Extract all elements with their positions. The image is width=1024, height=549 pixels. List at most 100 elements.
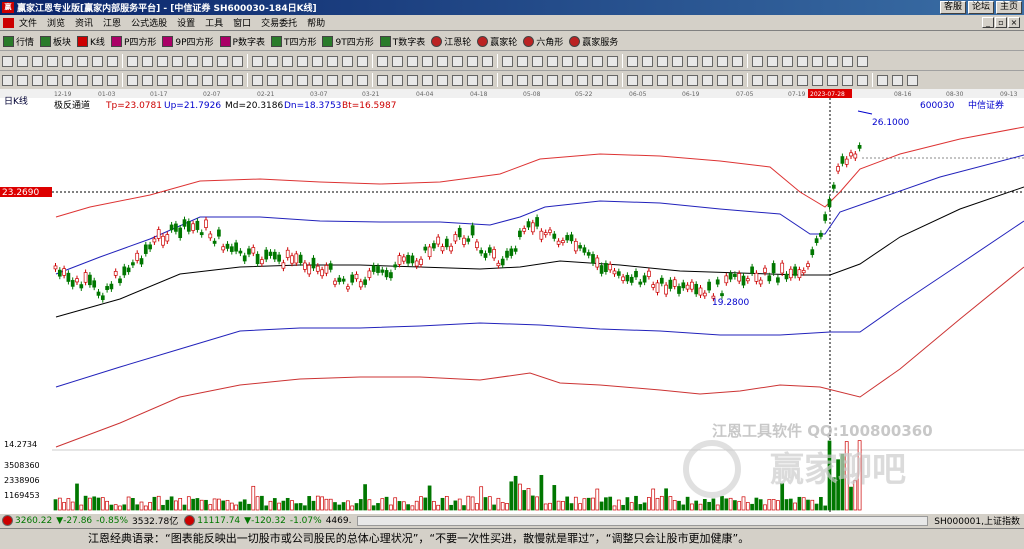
draw-15-icon[interactable] xyxy=(217,74,228,86)
tool-41-icon[interactable] xyxy=(577,55,588,67)
btn-hexagon[interactable]: 六角形 xyxy=(520,35,566,48)
tool-7-icon[interactable] xyxy=(107,55,118,67)
service-link[interactable]: 客服 xyxy=(939,1,966,14)
tool-32-icon[interactable] xyxy=(452,55,463,67)
draw-5-icon[interactable] xyxy=(77,74,88,86)
tool-42-icon[interactable] xyxy=(592,55,603,67)
menu-browse[interactable]: 浏览 xyxy=(42,16,70,29)
draw-9-icon[interactable] xyxy=(127,74,138,86)
close-icon[interactable]: × xyxy=(1008,17,1020,28)
draw-36-icon[interactable] xyxy=(502,74,513,86)
tool-12-icon[interactable] xyxy=(172,55,183,67)
tool-34-icon[interactable] xyxy=(482,55,493,67)
draw-19-icon[interactable] xyxy=(267,74,278,86)
chart-svg[interactable]: 12-19 01-03 01-17 02-07 02-21 03-07 03-21 04-04… xyxy=(0,89,1024,513)
menu-gann[interactable]: 江恩 xyxy=(98,16,126,29)
tool-14-icon[interactable] xyxy=(202,55,213,67)
draw-51-icon[interactable] xyxy=(717,74,728,86)
draw-27-icon[interactable] xyxy=(377,74,388,86)
tool-51-icon[interactable] xyxy=(717,55,728,67)
tool-37-icon[interactable] xyxy=(517,55,528,67)
draw-11-icon[interactable] xyxy=(157,74,168,86)
draw-42-icon[interactable] xyxy=(592,74,603,86)
draw-48-icon[interactable] xyxy=(672,74,683,86)
tool-54-icon[interactable] xyxy=(752,55,763,67)
draw-23-icon[interactable] xyxy=(327,74,338,86)
btn-9t-square[interactable]: 9T四方形 xyxy=(319,35,376,48)
btn-winner-wheel[interactable]: 赢家轮 xyxy=(474,35,520,48)
tool-52-icon[interactable] xyxy=(732,55,743,67)
draw-45-icon[interactable] xyxy=(627,74,638,86)
restore-icon[interactable]: ▫ xyxy=(995,17,1007,28)
draw-60-icon[interactable] xyxy=(842,74,853,86)
btn-p-table[interactable]: P数字表 xyxy=(217,35,268,48)
tool-45-icon[interactable] xyxy=(627,55,638,67)
doc-icon[interactable] xyxy=(3,17,14,28)
tool-2-icon[interactable] xyxy=(32,55,43,67)
tool-4-icon[interactable] xyxy=(62,55,73,67)
draw-49-icon[interactable] xyxy=(687,74,698,86)
draw-12-icon[interactable] xyxy=(172,74,183,86)
tool-40-icon[interactable] xyxy=(562,55,573,67)
tool-20-icon[interactable] xyxy=(282,55,293,67)
draw-30-icon[interactable] xyxy=(422,74,433,86)
tool-19-icon[interactable] xyxy=(267,55,278,67)
btn-sector[interactable]: 板块 xyxy=(37,35,74,48)
draw-28-icon[interactable] xyxy=(392,74,403,86)
draw-40-icon[interactable] xyxy=(562,74,573,86)
btn-service[interactable]: 赢家服务 xyxy=(566,35,621,48)
draw-54-icon[interactable] xyxy=(752,74,763,86)
tool-59-icon[interactable] xyxy=(827,55,838,67)
draw-32-icon[interactable] xyxy=(452,74,463,86)
market-sz-icon[interactable] xyxy=(184,515,196,526)
draw-14-icon[interactable] xyxy=(202,74,213,86)
tool-48-icon[interactable] xyxy=(672,55,683,67)
btn-9p-square[interactable]: 9P四方形 xyxy=(159,35,216,48)
draw-38-icon[interactable] xyxy=(532,74,543,86)
menu-file[interactable]: 文件 xyxy=(14,16,42,29)
tool-47-icon[interactable] xyxy=(657,55,668,67)
tool-49-icon[interactable] xyxy=(687,55,698,67)
tool-46-icon[interactable] xyxy=(642,55,653,67)
draw-43-icon[interactable] xyxy=(607,74,618,86)
draw-37-icon[interactable] xyxy=(517,74,528,86)
tool-1-icon[interactable] xyxy=(17,55,28,67)
market-sh-icon[interactable] xyxy=(2,515,13,526)
menu-settings[interactable]: 设置 xyxy=(172,16,200,29)
draw-56-icon[interactable] xyxy=(782,74,793,86)
tool-13-icon[interactable] xyxy=(187,55,198,67)
draw-57-icon[interactable] xyxy=(797,74,808,86)
draw-1-icon[interactable] xyxy=(17,74,28,86)
draw-4-icon[interactable] xyxy=(62,74,73,86)
tool-31-icon[interactable] xyxy=(437,55,448,67)
draw-39-icon[interactable] xyxy=(547,74,558,86)
draw-2-icon[interactable] xyxy=(32,74,43,86)
draw-21-icon[interactable] xyxy=(297,74,308,86)
draw-16-icon[interactable] xyxy=(232,74,243,86)
tool-57-icon[interactable] xyxy=(797,55,808,67)
draw-31-icon[interactable] xyxy=(437,74,448,86)
tool-60-icon[interactable] xyxy=(842,55,853,67)
minimize-icon[interactable]: _ xyxy=(982,17,994,28)
draw-50-icon[interactable] xyxy=(702,74,713,86)
tool-16-icon[interactable] xyxy=(232,55,243,67)
tool-23-icon[interactable] xyxy=(327,55,338,67)
draw-55-icon[interactable] xyxy=(767,74,778,86)
tool-18-icon[interactable] xyxy=(252,55,263,67)
tool-15-icon[interactable] xyxy=(217,55,228,67)
tool-9-icon[interactable] xyxy=(127,55,138,67)
btn-p-square[interactable]: P四方形 xyxy=(108,35,159,48)
tool-33-icon[interactable] xyxy=(467,55,478,67)
draw-24-icon[interactable] xyxy=(342,74,353,86)
draw-0-icon[interactable] xyxy=(2,74,13,86)
tool-55-icon[interactable] xyxy=(767,55,778,67)
index-status[interactable]: SH000001,上证指数 xyxy=(934,514,1020,527)
tool-24-icon[interactable] xyxy=(342,55,353,67)
tool-36-icon[interactable] xyxy=(502,55,513,67)
tool-50-icon[interactable] xyxy=(702,55,713,67)
tool-10-icon[interactable] xyxy=(142,55,153,67)
draw-6-icon[interactable] xyxy=(92,74,103,86)
draw-46-icon[interactable] xyxy=(642,74,653,86)
tool-56-icon[interactable] xyxy=(782,55,793,67)
draw-3-icon[interactable] xyxy=(47,74,58,86)
